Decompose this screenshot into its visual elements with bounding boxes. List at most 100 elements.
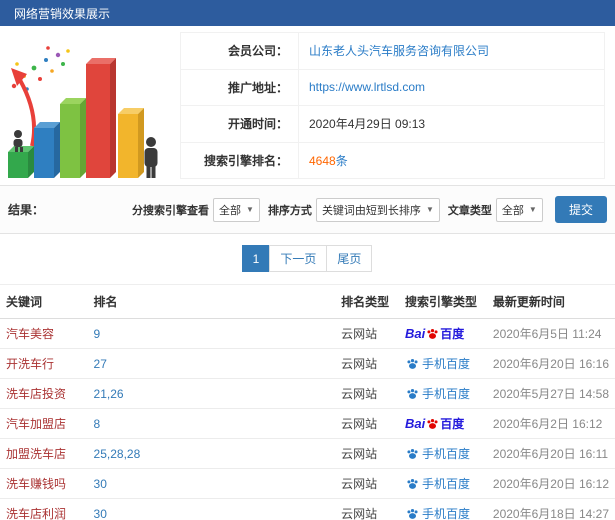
- baidu-pc-logo: Bai 百度: [404, 416, 465, 431]
- rank-cell[interactable]: 21,26: [87, 378, 336, 409]
- baidu-pc-logo: Bai 百度: [404, 326, 465, 341]
- keyword-cell: 汽车美容: [0, 318, 88, 349]
- update-time-cell: 2020年5月27日 14:58: [486, 378, 615, 409]
- info-row-open-time: 开通时间： 2020年4月29日 09:13: [180, 105, 605, 143]
- keyword-row: 洗车赚钱吗 30 云网站 手机百度 2020年6月20日 16:12: [0, 468, 615, 499]
- rank-type-cell: 云网站: [335, 348, 399, 379]
- update-time-cell: 2020年6月20日 16:11: [486, 438, 615, 469]
- baidu-mobile-logo: 手机百度: [405, 447, 470, 461]
- rank-type-cell: 云网站: [335, 498, 399, 520]
- sort-order-label: 排序方式: [267, 204, 312, 217]
- chevron-down-icon: ▼: [425, 205, 434, 214]
- article-type-select[interactable]: 全部 ▼: [495, 197, 543, 222]
- keyword-row: 开洗车行 27 云网站 手机百度 2020年6月20日 16:16: [0, 348, 615, 379]
- info-row-company: 会员公司： 山东老人头汽车服务咨询有限公司: [180, 32, 605, 70]
- engine-cell: 手机百度: [398, 348, 487, 379]
- company-label: 会员公司：: [180, 32, 299, 70]
- rank-cell[interactable]: 25,28,28: [87, 438, 336, 469]
- keyword-cell: 洗车店利润: [0, 498, 88, 520]
- rank-type-cell: 云网站: [335, 318, 399, 349]
- keyword-row: 洗车店投资 21,26 云网站 手机百度 2020年5月27日 14:58: [0, 378, 615, 409]
- keyword-table-body: 汽车美容 9 云网站 Bai 百度 2020年6月5日 11:24 开洗车行 27 云网站 手机百…: [0, 318, 615, 520]
- paw-icon: [407, 358, 418, 369]
- header-engine-type: 搜索引擎类型: [398, 284, 487, 319]
- rank-type-cell: 云网站: [335, 468, 399, 499]
- company-info-table: 会员公司： 山东老人头汽车服务咨询有限公司 推广地址： https://www.…: [180, 32, 605, 179]
- rank-cell[interactable]: 9: [87, 318, 336, 349]
- engine-filter-label: 分搜索引擎查看: [132, 204, 210, 217]
- update-time-cell: 2020年6月20日 16:16: [486, 348, 615, 379]
- pagination: 1 下一页 尾页: [0, 234, 615, 284]
- engine-cell: 手机百度: [398, 378, 487, 409]
- submit-button[interactable]: 提交: [554, 196, 607, 223]
- engine-cell: 手机百度: [398, 498, 487, 520]
- rank-cell[interactable]: 30: [87, 468, 336, 499]
- header-rank: 排名: [87, 284, 336, 319]
- chevron-down-icon: ▼: [528, 205, 537, 214]
- open-time-value: 2020年4月29日 09:13: [298, 105, 605, 143]
- filter-controls: 分搜索引擎查看 全部 ▼ 排序方式 关键词由短到长排序 ▼ 文章类型 全部 ▼ …: [128, 196, 607, 223]
- table-header-row: 关键词 排名 排名类型 搜索引擎类型 最新更新时间: [0, 284, 615, 319]
- article-type-value: 全部: [501, 204, 524, 217]
- keyword-row: 汽车加盟店 8 云网站 Bai 百度 2020年6月2日 16:12: [0, 408, 615, 439]
- keyword-row: 汽车美容 9 云网站 Bai 百度 2020年6月5日 11:24: [0, 318, 615, 349]
- keyword-cell: 加盟洗车店: [0, 438, 88, 469]
- sort-order-value: 关键词由短到长排序: [321, 204, 421, 217]
- open-time-label: 开通时间：: [180, 105, 299, 143]
- page-current[interactable]: 1: [241, 245, 271, 272]
- paw-icon: [427, 328, 438, 339]
- paw-icon: [407, 508, 418, 519]
- engine-filter-select[interactable]: 全部 ▼: [213, 197, 260, 222]
- rank-cell[interactable]: 27: [87, 348, 336, 379]
- engine-cell: 手机百度: [398, 438, 487, 469]
- person-figure-right: [144, 137, 158, 178]
- keyword-row: 加盟洗车店 25,28,28 云网站 手机百度 2020年6月20日 16:11: [0, 438, 615, 469]
- article-type-label: 文章类型: [447, 204, 492, 217]
- page-header: 网络营销效果展示: [0, 0, 615, 26]
- info-row-rank-count: 搜索引擎排名： 4648条: [180, 141, 605, 179]
- keyword-row: 洗车店利润 30 云网站 手机百度 2020年6月18日 14:27: [0, 498, 615, 520]
- engine-filter-value: 全部: [219, 204, 242, 217]
- company-name-link[interactable]: 山东老人头汽车服务咨询有限公司: [309, 44, 489, 58]
- summary-section: 会员公司： 山东老人头汽车服务咨询有限公司 推广地址： https://www.…: [0, 26, 615, 186]
- promo-url-label: 推广地址：: [180, 68, 299, 106]
- rank-type-cell: 云网站: [335, 408, 399, 439]
- promo-url-link[interactable]: https://www.lrtlsd.com: [309, 80, 425, 94]
- update-time-cell: 2020年6月18日 14:27: [486, 498, 615, 520]
- bar-red-tall: [86, 58, 116, 178]
- sort-order-select[interactable]: 关键词由短到长排序 ▼: [315, 197, 440, 222]
- paw-icon: [407, 388, 418, 399]
- chevron-down-icon: ▼: [246, 205, 254, 214]
- marketing-chart-image: [0, 26, 180, 184]
- rank-cell[interactable]: 30: [87, 498, 336, 520]
- baidu-mobile-logo: 手机百度: [405, 477, 470, 491]
- bar-lime: [60, 98, 86, 178]
- baidu-mobile-logo: 手机百度: [405, 387, 470, 401]
- keyword-cell: 开洗车行: [0, 348, 88, 379]
- baidu-mobile-logo: 手机百度: [405, 507, 470, 520]
- rank-count-suffix: 条: [335, 153, 348, 168]
- rank-count-label: 搜索引擎排名：: [180, 141, 299, 179]
- result-section-label: 结果：: [8, 203, 45, 217]
- update-time-cell: 2020年6月2日 16:12: [486, 408, 615, 439]
- page-title: 网络营销效果展示: [14, 6, 111, 21]
- header-rank-type: 排名类型: [335, 284, 399, 319]
- page-next[interactable]: 下一页: [269, 245, 328, 272]
- update-time-cell: 2020年6月5日 11:24: [486, 318, 615, 349]
- keyword-cell: 洗车赚钱吗: [0, 468, 88, 499]
- header-update-time: 最新更新时间: [486, 284, 615, 319]
- rank-count-number: 4648: [309, 153, 336, 168]
- keyword-cell: 洗车店投资: [0, 378, 88, 409]
- rank-cell[interactable]: 8: [87, 408, 336, 439]
- engine-cell: Bai 百度: [398, 318, 487, 349]
- keyword-ranking-table: 关键词 排名 排名类型 搜索引擎类型 最新更新时间 汽车美容 9 云网站 Bai 百度 2…: [0, 284, 615, 520]
- engine-cell: 手机百度: [398, 468, 487, 499]
- baidu-mobile-logo: 手机百度: [405, 357, 470, 371]
- page-last[interactable]: 尾页: [326, 245, 373, 272]
- bar-blue: [34, 122, 60, 178]
- header-keyword: 关键词: [0, 284, 88, 319]
- filter-bar: 结果： 分搜索引擎查看 全部 ▼ 排序方式 关键词由短到长排序 ▼ 文章类型 全…: [0, 186, 615, 234]
- rank-type-cell: 云网站: [335, 378, 399, 409]
- info-row-url: 推广地址： https://www.lrtlsd.com: [180, 68, 605, 106]
- update-time-cell: 2020年6月20日 16:12: [486, 468, 615, 499]
